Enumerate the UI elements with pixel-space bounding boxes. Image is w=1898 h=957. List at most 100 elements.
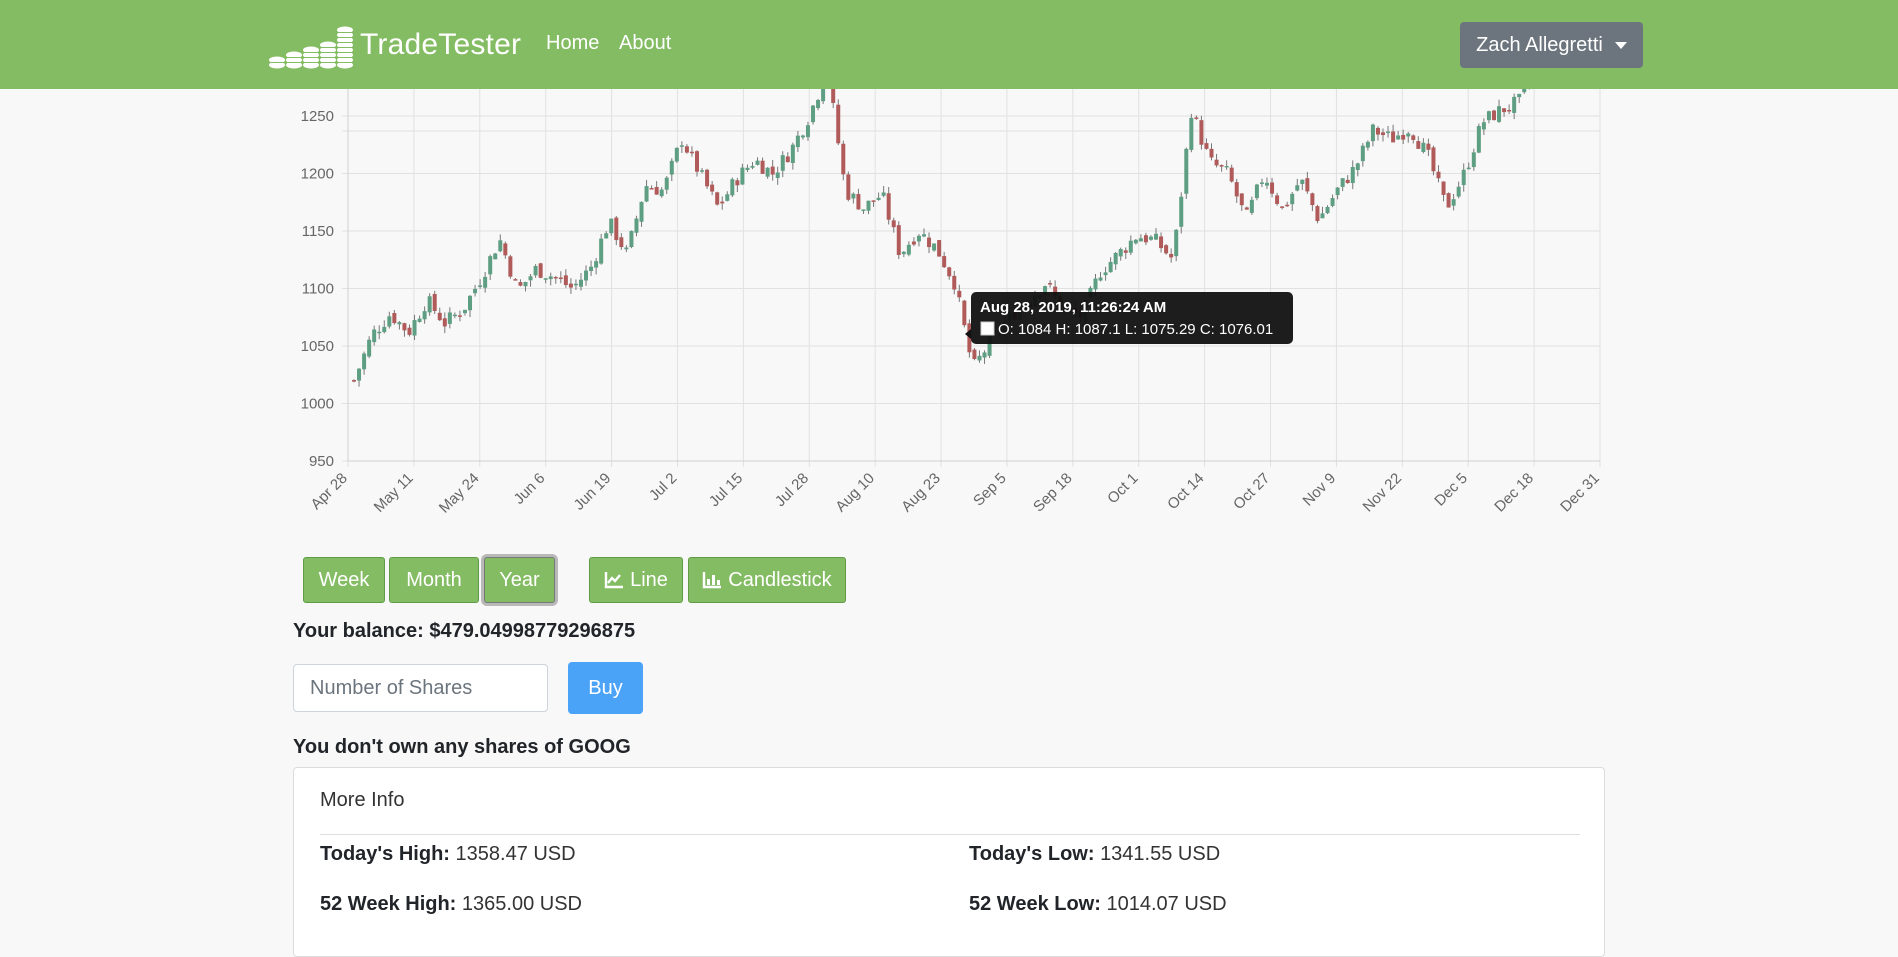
- candle-up: [1113, 252, 1118, 265]
- candle-down: [352, 380, 356, 382]
- candle-up: [639, 201, 644, 222]
- candle-up: [1355, 163, 1360, 170]
- candle-up: [1103, 272, 1108, 276]
- x-tick-label: Oct 14: [1164, 470, 1207, 513]
- x-tick-label: Sep 18: [1030, 470, 1076, 516]
- candle-down: [891, 220, 896, 228]
- candle-up: [1451, 199, 1456, 206]
- candle-down: [856, 194, 861, 210]
- candle-down: [1401, 134, 1406, 140]
- candle-down: [568, 283, 573, 288]
- candle-down: [785, 156, 790, 163]
- y-tick-label: 1000: [301, 396, 334, 413]
- candle-up: [1249, 199, 1254, 213]
- candle-down: [846, 174, 851, 200]
- candle-down: [684, 146, 689, 153]
- ownership-status: You don't own any shares of GOOG: [293, 736, 631, 758]
- candle-up: [604, 233, 609, 239]
- candle-up: [1456, 186, 1461, 197]
- user-menu-button[interactable]: Zach Allegretti: [1460, 22, 1643, 68]
- brand[interactable]: TradeTester: [268, 20, 521, 70]
- candle-down: [432, 293, 437, 311]
- caret-down-icon: [1614, 41, 1627, 49]
- nav-about-link[interactable]: About: [619, 32, 671, 55]
- week52-low-label: 52 Week Low:: [969, 893, 1101, 915]
- candle-up: [483, 276, 488, 288]
- candle-down: [715, 192, 720, 205]
- candle-up: [1224, 165, 1229, 168]
- x-tick-label: May 24: [436, 470, 483, 517]
- candle-up: [659, 189, 664, 197]
- candle-down: [1270, 182, 1275, 194]
- candle-up: [452, 314, 457, 317]
- candle-down: [1285, 204, 1290, 207]
- candle-up: [624, 247, 629, 250]
- candle-up: [669, 160, 674, 175]
- candlestick-chart-label: Candlestick: [728, 568, 832, 591]
- candle-up: [1133, 239, 1138, 244]
- candle-down: [937, 240, 942, 257]
- candle-up: [367, 339, 372, 357]
- x-tick-label: Dec 31: [1557, 470, 1603, 516]
- candle-down: [1426, 143, 1431, 150]
- candle-up: [700, 170, 705, 172]
- candle-up: [811, 105, 816, 123]
- candle-up: [1330, 198, 1335, 206]
- week52-high-label: 52 Week High:: [320, 893, 457, 915]
- divider: [320, 834, 1580, 835]
- candle-tooltip: Aug 28, 2019, 11:26:24 AM O: 1084 H: 1087…: [965, 292, 1293, 344]
- candle-down: [392, 312, 397, 324]
- y-tick-label: 950: [309, 453, 334, 470]
- todays-high-label: Today's High:: [320, 843, 450, 865]
- range-month-button[interactable]: Month: [389, 557, 479, 603]
- x-tick-label: Aug 10: [832, 470, 878, 516]
- y-tick-label: 1250: [301, 108, 334, 125]
- candle-down: [1446, 193, 1451, 208]
- candle-up: [1259, 182, 1264, 184]
- buy-button[interactable]: Buy: [568, 662, 643, 714]
- candle-up: [1360, 145, 1365, 162]
- nav-home-link[interactable]: Home: [546, 32, 599, 55]
- candle-up: [1497, 106, 1502, 122]
- candle-down: [553, 276, 558, 279]
- candle-up: [866, 200, 871, 211]
- candle-up: [599, 238, 604, 264]
- candle-up: [1189, 117, 1194, 150]
- candle-up: [1471, 152, 1476, 168]
- line-chart-button[interactable]: Line: [589, 557, 683, 603]
- candle-down: [558, 277, 563, 280]
- candle-down: [614, 217, 619, 241]
- candle-up: [397, 322, 402, 325]
- candle-down: [563, 275, 568, 286]
- range-year-button[interactable]: Year: [484, 557, 555, 603]
- candle-up: [427, 296, 432, 313]
- candle-down: [1164, 245, 1169, 254]
- candlestick-chart-button[interactable]: Candlestick: [688, 557, 846, 603]
- candle-down: [942, 256, 947, 268]
- candle-up: [417, 318, 422, 322]
- candle-down: [654, 186, 659, 195]
- candle-up: [543, 278, 548, 280]
- candle-up: [816, 100, 821, 109]
- range-week-button[interactable]: Week: [303, 557, 385, 603]
- candle-up: [906, 244, 911, 255]
- x-tick-label: May 11: [371, 470, 417, 516]
- todays-high-value: 1358.47 USD: [455, 843, 576, 865]
- candle-up: [1517, 93, 1522, 98]
- candle-up: [468, 295, 473, 311]
- todays-low-label: Today's Low:: [969, 843, 1095, 865]
- candle-down: [1375, 127, 1380, 135]
- x-tick-label: Nov 9: [1300, 470, 1340, 510]
- shares-input[interactable]: [293, 664, 548, 712]
- x-tick-label: Sep 5: [970, 470, 1010, 510]
- buy-label: Buy: [588, 676, 623, 699]
- candle-up: [1396, 135, 1401, 140]
- candle-up: [594, 261, 599, 268]
- candle-up: [447, 312, 452, 324]
- candle-up: [1154, 233, 1159, 240]
- candle-down: [518, 282, 523, 286]
- candle-up: [382, 326, 387, 333]
- candle-down: [1169, 253, 1174, 258]
- candle-up: [1486, 111, 1491, 121]
- candle-up: [1365, 141, 1370, 148]
